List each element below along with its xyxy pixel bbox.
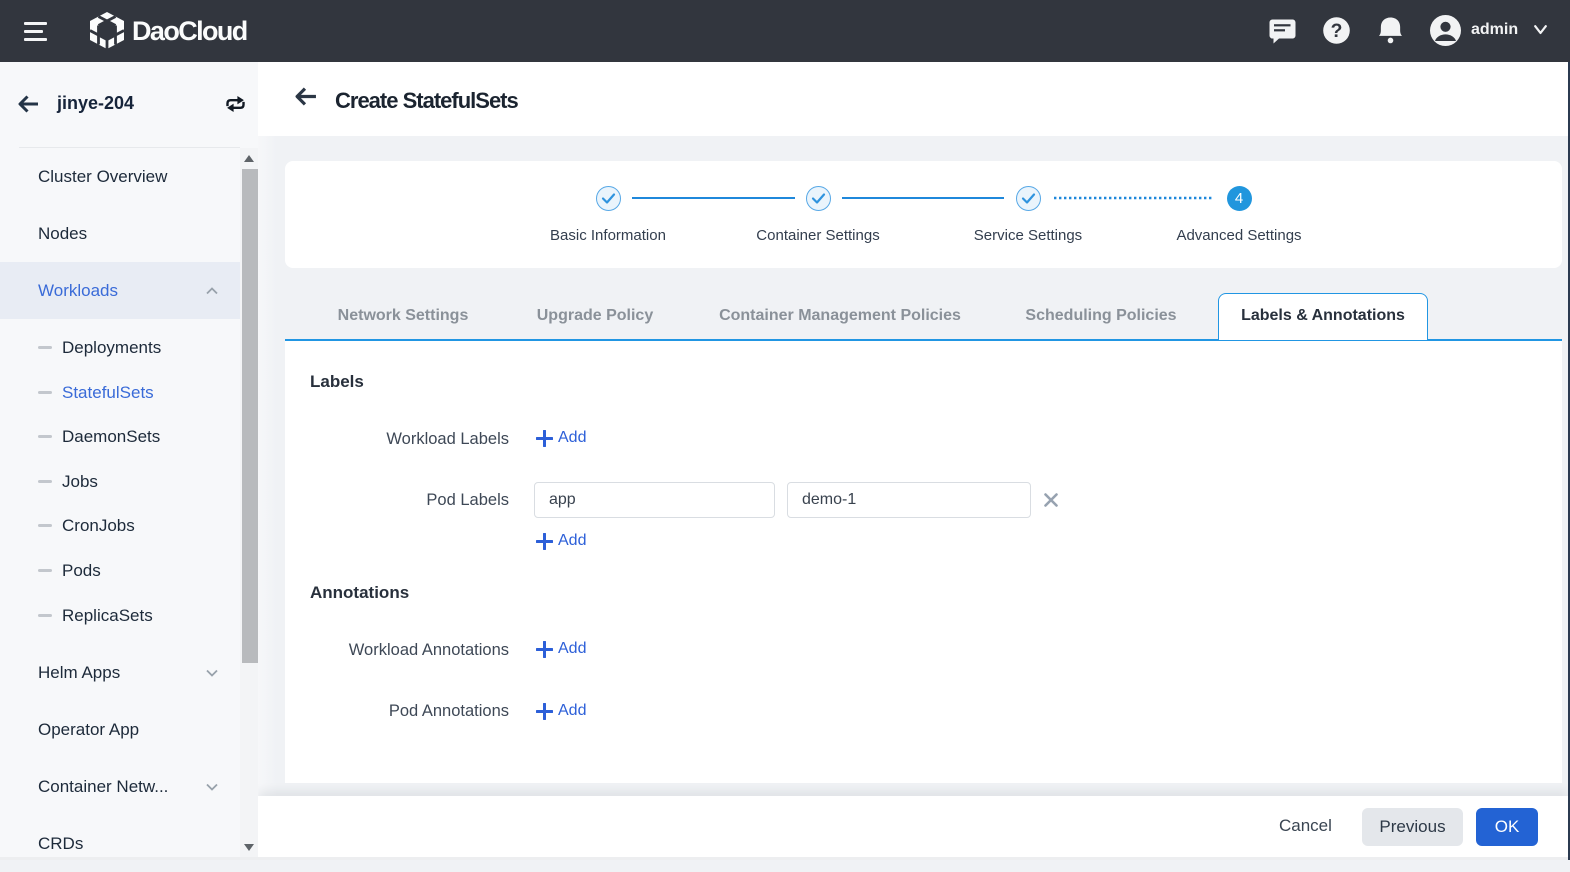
svg-text:?: ?: [1331, 21, 1343, 42]
